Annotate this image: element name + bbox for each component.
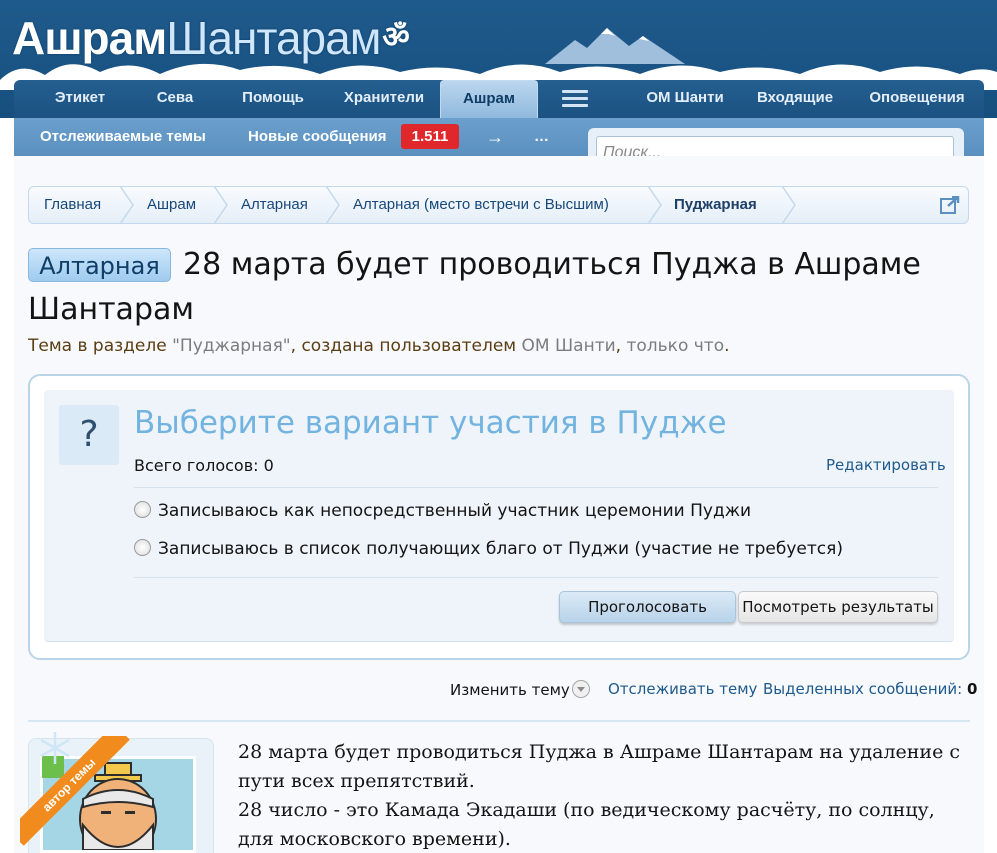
nav-tab-etiquette[interactable]: Этикет bbox=[28, 80, 132, 118]
watched-threads-link[interactable]: Отслеживаемые темы bbox=[40, 118, 206, 156]
poll-edit-link[interactable]: Редактировать bbox=[826, 456, 946, 474]
more-icon[interactable]: … bbox=[534, 118, 549, 156]
arrow-right-icon[interactable]: → bbox=[486, 118, 504, 156]
breadcrumb-separator bbox=[647, 186, 662, 224]
selected-posts-count: 0 bbox=[967, 680, 978, 698]
poll-option-2[interactable]: Записываюсь в список получающих благо от… bbox=[134, 539, 843, 559]
om-icon: ॐ bbox=[382, 21, 409, 54]
thread-title: 28 марта будет проводиться Пуджа в Ашрам… bbox=[28, 247, 921, 327]
main-navigation: Этикет Сева Помощь Хранители Ашрам ОМ Ша… bbox=[14, 80, 984, 118]
thread-meta: Тема в разделе "Пуджарная", создана поль… bbox=[28, 336, 730, 356]
question-icon: ? bbox=[59, 405, 119, 465]
watch-thread-link[interactable]: Отслеживать тему bbox=[608, 680, 757, 698]
poll-option-label: Записываюсь в список получающих благо от… bbox=[158, 539, 843, 559]
external-jump-icon[interactable] bbox=[940, 196, 960, 214]
vote-button[interactable]: Проголосовать bbox=[559, 591, 736, 623]
section-divider bbox=[28, 720, 970, 722]
poll-option-1[interactable]: Записываюсь как непосредственный участни… bbox=[134, 501, 751, 521]
poll-total-votes: Всего голосов: 0 bbox=[134, 456, 274, 475]
logo-text-ashram: Ашрам bbox=[12, 12, 167, 64]
breadcrumb-home[interactable]: Главная bbox=[44, 187, 101, 223]
post-line: 28 число - это Камада Экадаши (по ведиче… bbox=[238, 799, 935, 850]
breadcrumb-altar-meeting[interactable]: Алтарная (место встречи с Высшим) bbox=[353, 187, 609, 223]
nav-tab-help[interactable]: Помощь bbox=[218, 80, 328, 118]
thread-section-link[interactable]: "Пуджарная" bbox=[172, 336, 291, 356]
nav-tab-seva[interactable]: Сева bbox=[132, 80, 218, 118]
nav-tab-ashram[interactable]: Ашрам bbox=[440, 80, 538, 118]
view-results-button[interactable]: Посмотреть результаты bbox=[738, 591, 938, 623]
poll-option-radio[interactable] bbox=[134, 539, 151, 556]
breadcrumb-pujarnaya[interactable]: Пуджарная bbox=[674, 187, 757, 223]
breadcrumb-separator bbox=[213, 186, 228, 224]
change-thread-menu[interactable]: Изменить тему bbox=[450, 680, 590, 699]
site-logo[interactable]: АшрамШантарамॐ bbox=[12, 8, 410, 68]
mountains-icon bbox=[545, 28, 685, 64]
breadcrumb-separator bbox=[781, 186, 796, 224]
poll-divider bbox=[134, 577, 938, 578]
post-message: 28 марта будет проводиться Пуджа в Ашрам… bbox=[238, 738, 968, 853]
snowflake-icon bbox=[40, 732, 70, 764]
poll-option-radio[interactable] bbox=[134, 501, 151, 518]
hamburger-menu-icon[interactable] bbox=[562, 90, 588, 108]
thread-time-link[interactable]: только что bbox=[626, 336, 724, 356]
new-posts-link[interactable]: Новые сообщения bbox=[248, 118, 387, 156]
chevron-down-icon[interactable] bbox=[571, 680, 590, 698]
nav-tab-keepers[interactable]: Хранители bbox=[328, 80, 440, 118]
nav-tab-inbox[interactable]: Входящие bbox=[742, 80, 848, 118]
thread-author-link[interactable]: ОМ Шанти bbox=[522, 336, 616, 356]
breadcrumb-separator bbox=[325, 186, 340, 224]
selected-posts-link[interactable]: Выделенных сообщений: 0 bbox=[763, 680, 977, 698]
breadcrumb-separator bbox=[119, 186, 134, 224]
poll-question: Выберите вариант участия в Пудже bbox=[134, 405, 727, 441]
new-posts-count-badge[interactable]: 1.511 bbox=[401, 124, 459, 149]
nav-tab-alerts[interactable]: Оповещения bbox=[856, 80, 978, 118]
post-line: 28 марта будет проводиться Пуджа в Ашрам… bbox=[238, 741, 961, 792]
poll-divider bbox=[134, 487, 938, 488]
poll-option-label: Записываюсь как непосредственный участни… bbox=[158, 501, 752, 521]
breadcrumb: Главная Ашрам Алтарная Алтарная (место в… bbox=[28, 186, 969, 224]
nav-tab-user[interactable]: ОМ Шанти bbox=[636, 80, 734, 118]
logo-text-shantaram: Шантарам bbox=[166, 12, 381, 64]
breadcrumb-ashram[interactable]: Ашрам bbox=[147, 187, 196, 223]
breadcrumb-altar[interactable]: Алтарная bbox=[241, 187, 308, 223]
